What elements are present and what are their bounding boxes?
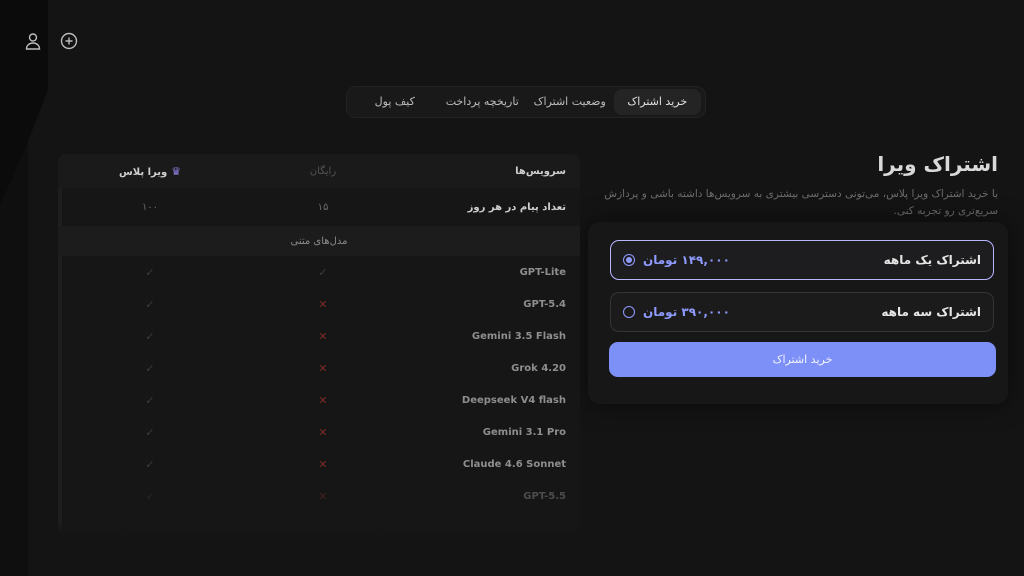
plan-price-wrap: ۳۹۰,۰۰۰ تومان [623, 305, 730, 319]
header-plus: ♛ویرا پلاس [118, 164, 182, 178]
user-icon[interactable] [22, 30, 44, 52]
table-row: تعداد پیام در هر روز ۱۵ ۱۰۰ [141, 201, 566, 213]
plan-price-wrap: ۱۴۹,۰۰۰ تومان [623, 253, 730, 267]
tab-payment-history[interactable]: تاریخچه پرداخت [439, 89, 527, 115]
table-fade [58, 520, 580, 540]
table-row: Claude 4.6 Sonnet ✕ ✓ [58, 448, 580, 480]
check-icon: ✓ [145, 361, 155, 375]
table-row: GPT-5.5 ✕ ✓ [58, 480, 580, 512]
cross-icon: ✕ [318, 393, 328, 407]
check-icon: ✓ [145, 393, 155, 407]
table-row: Gemini 3.5 Flash ✕ ✓ [58, 320, 580, 352]
buy-subscription-button[interactable]: خرید اشتراک [609, 342, 996, 377]
tab-subscription-status[interactable]: وضعیت اشتراک [526, 89, 614, 115]
cross-icon: ✕ [318, 329, 328, 343]
section-text-models: مدل‌های متنی [58, 226, 580, 256]
header-services: سرویس‌ها [515, 165, 566, 177]
plan-price: ۱۴۹,۰۰۰ تومان [643, 253, 730, 267]
plan-one-month[interactable]: اشتراک یک ماهه ۱۴۹,۰۰۰ تومان [610, 240, 994, 280]
check-icon: ✓ [145, 297, 155, 311]
subscription-intro: اشتراک ویرا با خرید اشتراک ویرا پلاس، می… [588, 150, 1006, 220]
table-row: Gemini 3.1 Pro ✕ ✓ [58, 416, 580, 448]
page-title: اشتراک ویرا [877, 152, 998, 176]
header-free: رایگان [309, 165, 337, 177]
crown-icon: ♛ [171, 164, 182, 178]
tab-wallet[interactable]: کیف پول [351, 89, 439, 115]
page-description: با خرید اشتراک ویرا پلاس، می‌تونی دسترسی… [604, 188, 998, 217]
plus-circle-icon[interactable] [58, 30, 80, 52]
table-row: GPT-5.4 ✕ ✓ [58, 288, 580, 320]
table-row: Grok 4.20 ✕ ✓ [58, 352, 580, 384]
table-row: GPT-Lite ✓ ✓ [58, 256, 580, 288]
cross-icon: ✕ [318, 489, 328, 503]
tab-bar: خرید اشتراک وضعیت اشتراک تاریخچه پرداخت … [346, 86, 706, 118]
cross-icon: ✕ [318, 457, 328, 471]
table-row: Deepseek V4 flash ✕ ✓ [58, 384, 580, 416]
plan-name: اشتراک یک ماهه [883, 253, 981, 267]
cross-icon: ✕ [318, 361, 328, 375]
check-icon: ✓ [145, 457, 155, 471]
tab-buy-subscription[interactable]: خرید اشتراک [613, 89, 701, 115]
check-icon: ✓ [145, 329, 155, 343]
comparison-table: سرویس‌ها رایگان ♛ویرا پلاس تعداد پیام در… [58, 154, 580, 534]
table-header: سرویس‌ها رایگان ♛ویرا پلاس [58, 154, 580, 188]
check-icon: ✓ [318, 265, 328, 279]
plan-three-months[interactable]: اشتراک سه ماهه ۳۹۰,۰۰۰ تومان [610, 292, 994, 332]
check-icon: ✓ [145, 489, 155, 503]
check-icon: ✓ [145, 265, 155, 279]
radio-selected-icon[interactable] [623, 254, 635, 266]
plan-price: ۳۹۰,۰۰۰ تومان [643, 305, 730, 319]
radio-unselected-icon[interactable] [623, 306, 635, 318]
cross-icon: ✕ [318, 297, 328, 311]
cross-icon: ✕ [318, 425, 328, 439]
plan-name: اشتراک سه ماهه [881, 305, 981, 319]
check-icon: ✓ [145, 425, 155, 439]
